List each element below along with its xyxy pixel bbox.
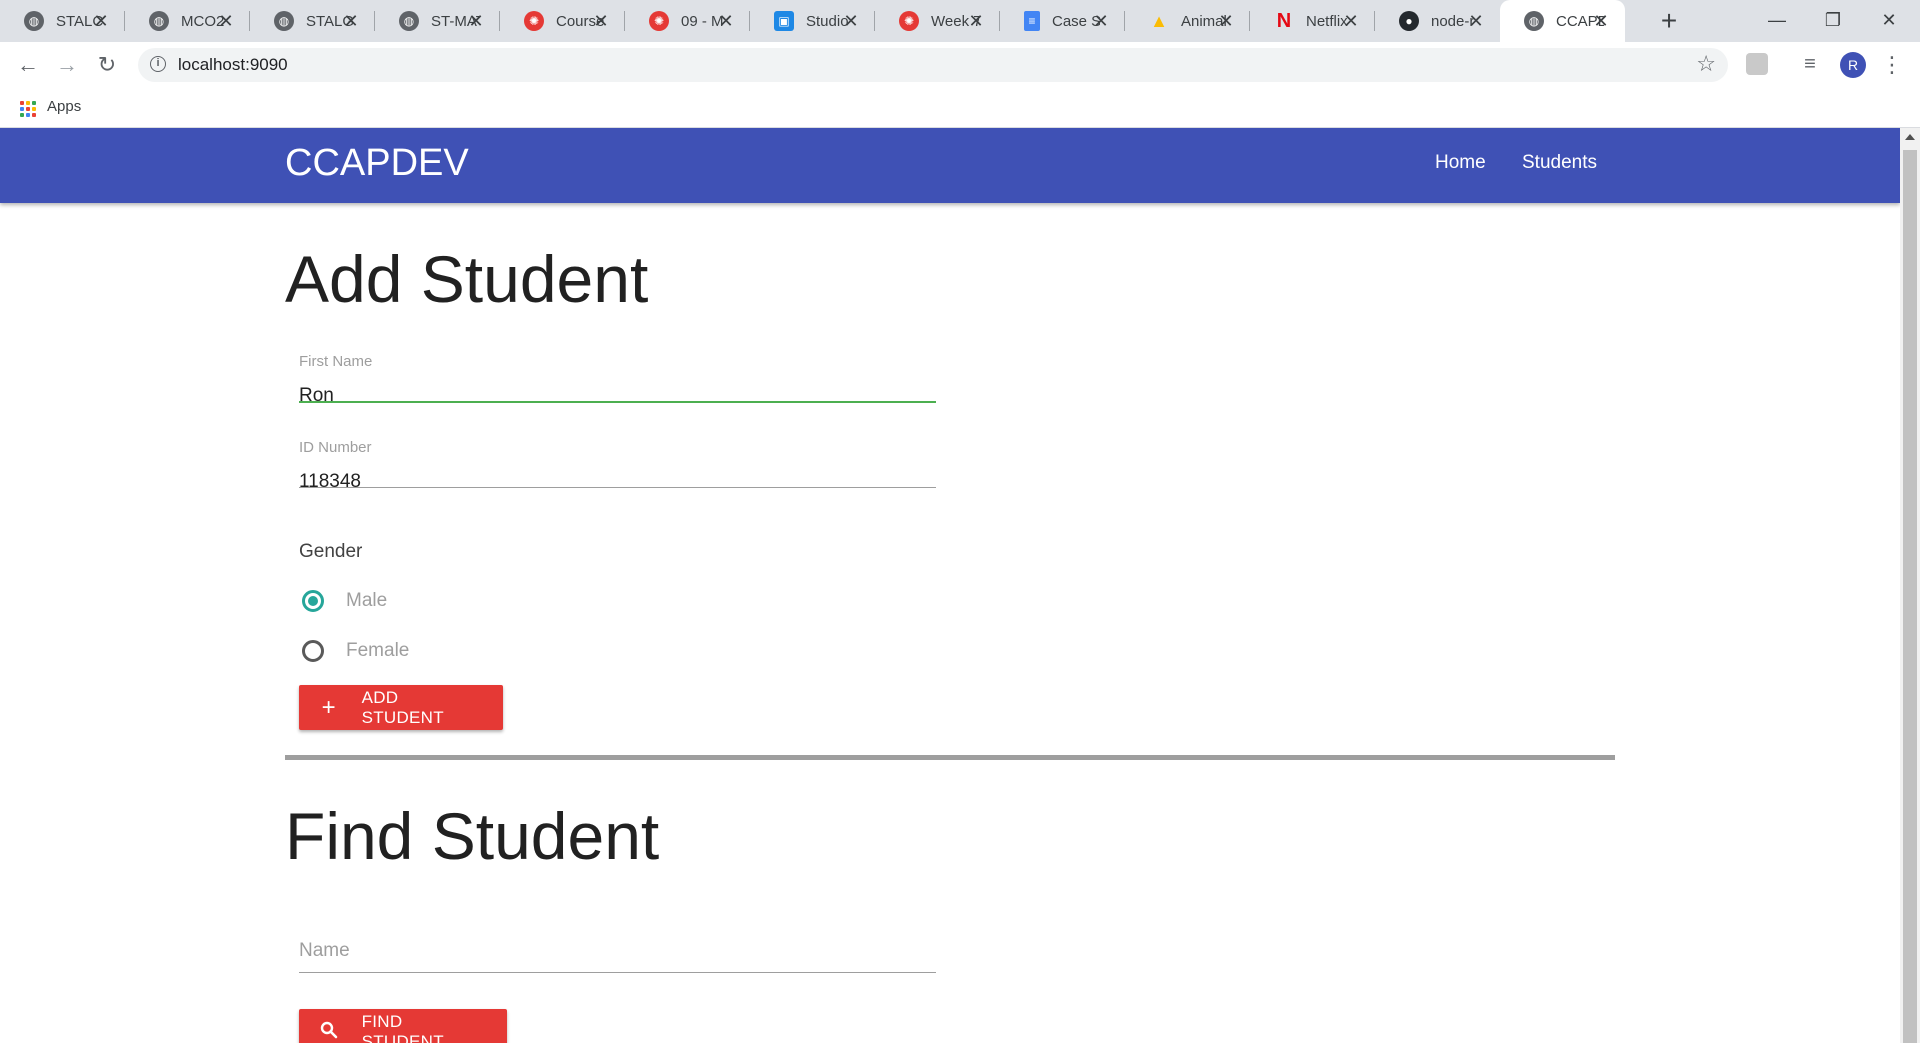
- canvas-icon: ✺: [524, 11, 544, 31]
- section-divider: [285, 755, 1615, 760]
- radio-checked-icon[interactable]: [302, 590, 324, 612]
- scrollbar-thumb[interactable]: [1903, 150, 1917, 1043]
- first-name-label: First Name: [299, 353, 373, 370]
- minimize-icon[interactable]: —: [1750, 5, 1804, 35]
- browser-tab-active[interactable]: ◍ CCAPDEV ✕: [1500, 0, 1625, 42]
- browser-tab[interactable]: ▲ Animal ✕: [1125, 0, 1250, 42]
- address-bar[interactable]: i localhost:9090 ☆: [138, 48, 1728, 82]
- id-number-input[interactable]: 118348: [299, 471, 361, 493]
- close-icon[interactable]: ✕: [841, 11, 861, 31]
- netflix-icon: N: [1276, 9, 1292, 32]
- globe-icon: ◍: [24, 11, 44, 31]
- docs-icon: ≡: [1024, 11, 1040, 31]
- gender-option-label[interactable]: Female: [346, 640, 409, 662]
- drive-icon: ▲: [1150, 10, 1168, 31]
- browser-tab[interactable]: ◍ STALGCM ✕: [250, 0, 375, 42]
- bookmarks-bar: Apps: [0, 88, 1920, 128]
- globe-icon: ◍: [274, 11, 294, 31]
- new-tab-button[interactable]: +: [1655, 7, 1683, 36]
- app-navbar: CCAPDEV Home Students: [0, 128, 1900, 203]
- gender-radio-female[interactable]: Female: [299, 636, 409, 666]
- gender-label: Gender: [299, 541, 363, 562]
- first-name-underline: [299, 401, 936, 403]
- name-underline: [299, 972, 936, 973]
- reload-icon[interactable]: ↻: [91, 49, 123, 81]
- globe-icon: ◍: [1524, 11, 1544, 31]
- id-number-label: ID Number: [299, 439, 372, 456]
- globe-icon: ◍: [399, 11, 419, 31]
- browser-tab[interactable]: ✺ Course ✕: [500, 0, 625, 42]
- close-icon[interactable]: ✕: [466, 11, 486, 31]
- id-number-underline: [299, 487, 936, 488]
- globe-icon: ◍: [149, 11, 169, 31]
- browser-tab[interactable]: ◍ ST-MATH ✕: [375, 0, 500, 42]
- first-name-input[interactable]: Ron: [299, 385, 334, 407]
- search-icon: [319, 1021, 339, 1042]
- close-icon[interactable]: ✕: [1341, 11, 1361, 31]
- close-icon[interactable]: ✕: [966, 11, 986, 31]
- gender-radio-male[interactable]: Male: [299, 586, 387, 616]
- add-student-button[interactable]: + ADD STUDENT: [299, 685, 503, 730]
- close-icon[interactable]: ✕: [216, 11, 236, 31]
- restore-icon[interactable]: ❐: [1806, 5, 1860, 35]
- more-menu-icon[interactable]: ⋮: [1880, 50, 1904, 80]
- find-student-button[interactable]: FIND STUDENT: [299, 1009, 507, 1043]
- page-scrollbar[interactable]: [1900, 128, 1920, 1043]
- scroll-up-icon[interactable]: [1905, 134, 1915, 140]
- github-icon: ●: [1399, 11, 1419, 31]
- browser-toolbar: ← → ↻ i localhost:9090 ☆ ≡ R ⋮: [0, 42, 1920, 88]
- find-name-field[interactable]: Name: [299, 940, 936, 990]
- plus-icon: +: [321, 693, 336, 721]
- first-name-field[interactable]: First Name Ron: [299, 353, 936, 406]
- browser-tab[interactable]: ◍ MCO2 ✕: [125, 0, 250, 42]
- id-number-field[interactable]: ID Number 118348: [299, 439, 936, 492]
- close-icon[interactable]: ✕: [341, 11, 361, 31]
- radio-unchecked-icon[interactable]: [302, 640, 324, 662]
- add-student-button-label: ADD STUDENT: [361, 687, 444, 727]
- close-icon[interactable]: ✕: [1216, 11, 1236, 31]
- browser-tab[interactable]: ✺ Week 7 ✕: [875, 0, 1000, 42]
- find-student-button-label: FIND STUDENT: [361, 1011, 444, 1043]
- nav-students-link[interactable]: Students: [1522, 152, 1597, 174]
- back-icon[interactable]: ←: [12, 49, 44, 81]
- apps-shortcut[interactable]: Apps: [47, 98, 81, 115]
- apps-grid-icon[interactable]: [20, 101, 36, 117]
- gender-option-label[interactable]: Male: [346, 590, 387, 612]
- avatar[interactable]: R: [1840, 52, 1866, 78]
- close-icon[interactable]: ✕: [1091, 11, 1111, 31]
- find-student-heading: Find Student: [285, 799, 660, 873]
- star-icon[interactable]: ☆: [1696, 51, 1716, 77]
- browser-tab[interactable]: ≡ Case S ✕: [1000, 0, 1125, 42]
- extension-icon[interactable]: [1746, 53, 1768, 75]
- close-icon[interactable]: ✕: [716, 11, 736, 31]
- browser-tab[interactable]: ▣ Studio ✕: [750, 0, 875, 42]
- browser-tabstrip: ◍ STALCOM ✕ ◍ MCO2 ✕ ◍ STALGCM ✕ ◍ ST-MA…: [0, 0, 1920, 42]
- canvas-icon: ✺: [649, 11, 669, 31]
- close-icon[interactable]: ✕: [1466, 11, 1486, 31]
- close-icon[interactable]: ✕: [591, 11, 611, 31]
- page-viewport: CCAPDEV Home Students Add Student First …: [0, 128, 1900, 1043]
- window-close-icon[interactable]: ✕: [1862, 5, 1916, 35]
- close-icon[interactable]: ✕: [1591, 11, 1611, 31]
- browser-tab[interactable]: ● node-r ✕: [1375, 0, 1500, 42]
- add-student-heading: Add Student: [285, 242, 649, 316]
- browser-tab[interactable]: ✺ 09 - M ✕: [625, 0, 750, 42]
- name-placeholder[interactable]: Name: [299, 940, 350, 962]
- nav-home-link[interactable]: Home: [1435, 152, 1486, 174]
- url-text[interactable]: localhost:9090: [178, 55, 288, 75]
- forward-icon[interactable]: →: [51, 49, 83, 81]
- studio-icon: ▣: [774, 11, 794, 31]
- browser-tab[interactable]: ◍ STALCOM ✕: [0, 0, 125, 42]
- browser-tab[interactable]: N Netflix ✕: [1250, 0, 1375, 42]
- media-control-icon[interactable]: ≡: [1799, 53, 1821, 75]
- info-icon[interactable]: i: [150, 56, 166, 72]
- canvas-icon: ✺: [899, 11, 919, 31]
- close-icon[interactable]: ✕: [91, 11, 111, 31]
- brand-logo[interactable]: CCAPDEV: [285, 142, 469, 185]
